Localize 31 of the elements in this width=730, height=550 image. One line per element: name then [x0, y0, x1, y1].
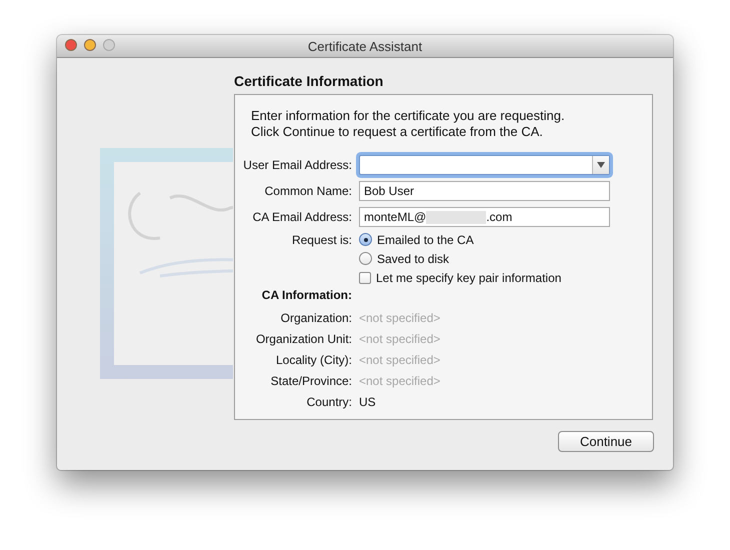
- field-label: State/Province:: [270, 374, 353, 388]
- field-value: <not specified>: [359, 332, 440, 346]
- continue-button[interactable]: Continue: [558, 431, 654, 452]
- section-heading: Certificate Information: [234, 72, 384, 91]
- field-label: Locality (City):: [274, 352, 353, 366]
- section-label: CA Information:: [260, 288, 353, 302]
- input-field[interactable]: monteML@ .com: [359, 207, 610, 227]
- field-label: Country:: [306, 394, 353, 408]
- field-label: Common Name:: [264, 184, 353, 198]
- email-combo-box[interactable]: [359, 155, 610, 175]
- field-label: User Email Address:: [242, 158, 353, 172]
- instruction-text: Enter information for the certificate you are requesting.: [251, 108, 566, 124]
- radio-button[interactable]: [359, 252, 372, 265]
- field-label: Organization Unit:: [254, 332, 353, 346]
- checkbox-option[interactable]: Let me specify key pair information: [359, 271, 562, 285]
- field-label: Organization:: [280, 310, 353, 324]
- radio-option[interactable]: Emailed to the CA: [359, 232, 474, 246]
- field-label: Request is:: [290, 232, 353, 246]
- field-value: US: [359, 394, 376, 408]
- radio-option[interactable]: Saved to disk: [359, 252, 450, 266]
- field-label: CA Email Address:: [252, 210, 353, 224]
- radio-button[interactable]: [359, 233, 372, 246]
- field-value: <not specified>: [359, 352, 440, 366]
- input-field[interactable]: Bob User: [359, 181, 610, 201]
- close-button[interactable]: [65, 39, 77, 51]
- field-value: <not specified>: [359, 310, 440, 324]
- checkbox[interactable]: [359, 272, 371, 284]
- instruction-text: Click Continue to request a certificate from the CA.: [251, 124, 544, 140]
- field-value: <not specified>: [359, 374, 440, 388]
- minimize-button[interactable]: [84, 39, 96, 51]
- window-title: Certificate Assistant: [308, 38, 422, 54]
